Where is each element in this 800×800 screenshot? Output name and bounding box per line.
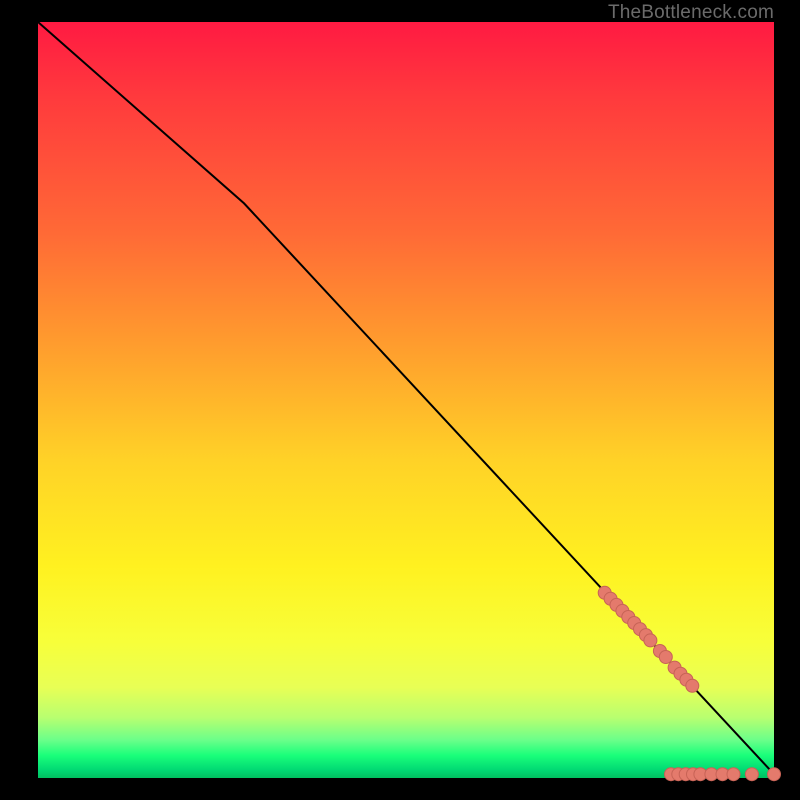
- data-point: [686, 679, 699, 692]
- watermark-text: TheBottleneck.com: [608, 2, 774, 24]
- data-point: [768, 768, 781, 781]
- data-point: [727, 768, 740, 781]
- chart-frame: TheBottleneck.com: [0, 0, 800, 800]
- data-point: [745, 768, 758, 781]
- chart-overlay: [38, 22, 774, 778]
- data-point: [659, 651, 672, 664]
- data-point: [644, 634, 657, 647]
